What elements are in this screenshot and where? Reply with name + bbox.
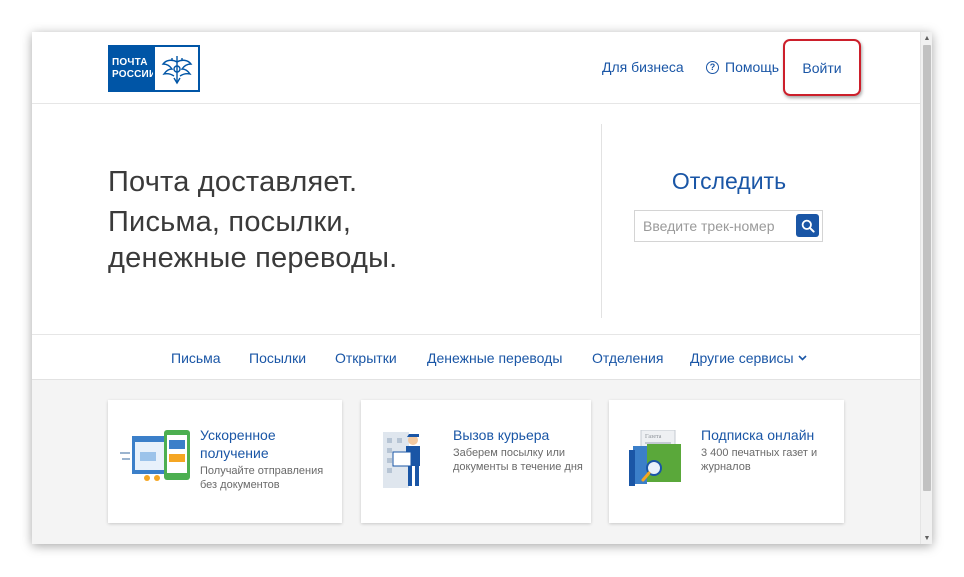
scroll-up-arrow-icon[interactable]: ▲ xyxy=(921,32,932,44)
logo-wordmark: ПОЧТА РОССИИ xyxy=(108,45,157,92)
chevron-down-icon xyxy=(798,355,807,361)
logo-line1: ПОЧТА xyxy=(112,56,148,68)
login-button[interactable]: Войти xyxy=(783,39,861,96)
help-icon: ? xyxy=(706,60,719,74)
card-online-subscription[interactable]: Газета Подписка онлайн 3 400 печатных га… xyxy=(609,400,844,523)
card-fast-pickup-desc: Получайте отправления без документов xyxy=(200,465,324,491)
services-menu: Письма Посылки Открытки Денежные перевод… xyxy=(32,334,920,380)
card-courier-title: Вызов курьера xyxy=(453,427,550,443)
card-courier-desc: Заберем посылку или документы в течение … xyxy=(453,447,583,473)
tracking-form xyxy=(634,210,823,242)
login-label: Войти xyxy=(802,59,842,76)
menu-item-parcels[interactable]: Посылки xyxy=(249,350,306,366)
card-subscription-desc: 3 400 печатных газет и журналов xyxy=(701,447,818,473)
hero-line-3: денежные переводы. xyxy=(108,242,398,274)
scroll-down-arrow-icon[interactable]: ▼ xyxy=(921,532,932,544)
card-courier-call[interactable]: Вызов курьера Заберем посылку или докуме… xyxy=(361,400,591,523)
menu-item-letters[interactable]: Письма xyxy=(171,350,221,366)
card-fast-pickup[interactable]: Ускоренное получение Получайте отправлен… xyxy=(108,400,342,523)
page-viewport: ПОЧТА РОССИИ Для бизнеса ? Помощь Войти … xyxy=(32,32,920,544)
nav-help-link[interactable]: ? Помощь xyxy=(706,59,779,75)
site-header: ПОЧТА РОССИИ Для бизнеса ? Помощь Войти xyxy=(32,32,920,104)
menu-item-postcards[interactable]: Открытки xyxy=(335,350,397,366)
nav-help-label: Помощь xyxy=(725,59,780,75)
hero-line-1: Почта доставляет. xyxy=(108,166,358,198)
pochta-logo[interactable]: ПОЧТА РОССИИ xyxy=(108,45,200,92)
menu-item-offices[interactable]: Отделения xyxy=(592,350,663,366)
card-subscription-title: Подписка онлайн xyxy=(701,427,815,443)
vertical-scrollbar[interactable]: ▲ ▼ xyxy=(920,32,932,544)
menu-item-money-transfers[interactable]: Денежные переводы xyxy=(427,350,562,366)
track-number-input[interactable] xyxy=(635,211,806,241)
promo-cards-area: Ускоренное получение Получайте отправлен… xyxy=(32,380,920,544)
search-icon xyxy=(801,219,815,233)
other-services-label: Другие сервисы xyxy=(690,350,794,366)
phone-window-illustration-icon xyxy=(120,430,190,481)
card-fast-pickup-title: Ускоренное получение xyxy=(200,427,276,461)
newspaper-illustration-icon: Газета xyxy=(629,430,681,486)
newspaper-label: Газета xyxy=(645,434,662,440)
tracking-title: Отследить xyxy=(671,168,787,194)
search-button[interactable] xyxy=(796,214,819,237)
menu-item-other-services[interactable]: Другие сервисы xyxy=(690,350,807,366)
browser-window: ПОЧТА РОССИИ Для бизнеса ? Помощь Войти … xyxy=(32,32,932,544)
nav-business-link[interactable]: Для бизнеса xyxy=(602,59,684,75)
courier-illustration-icon xyxy=(383,432,420,488)
hero-line-2: Письма, посылки, xyxy=(108,206,352,238)
hero-divider xyxy=(601,124,602,318)
eagle-emblem-icon xyxy=(153,45,200,92)
scrollbar-thumb[interactable] xyxy=(923,45,931,491)
logo-line2: РОССИИ xyxy=(112,68,157,80)
